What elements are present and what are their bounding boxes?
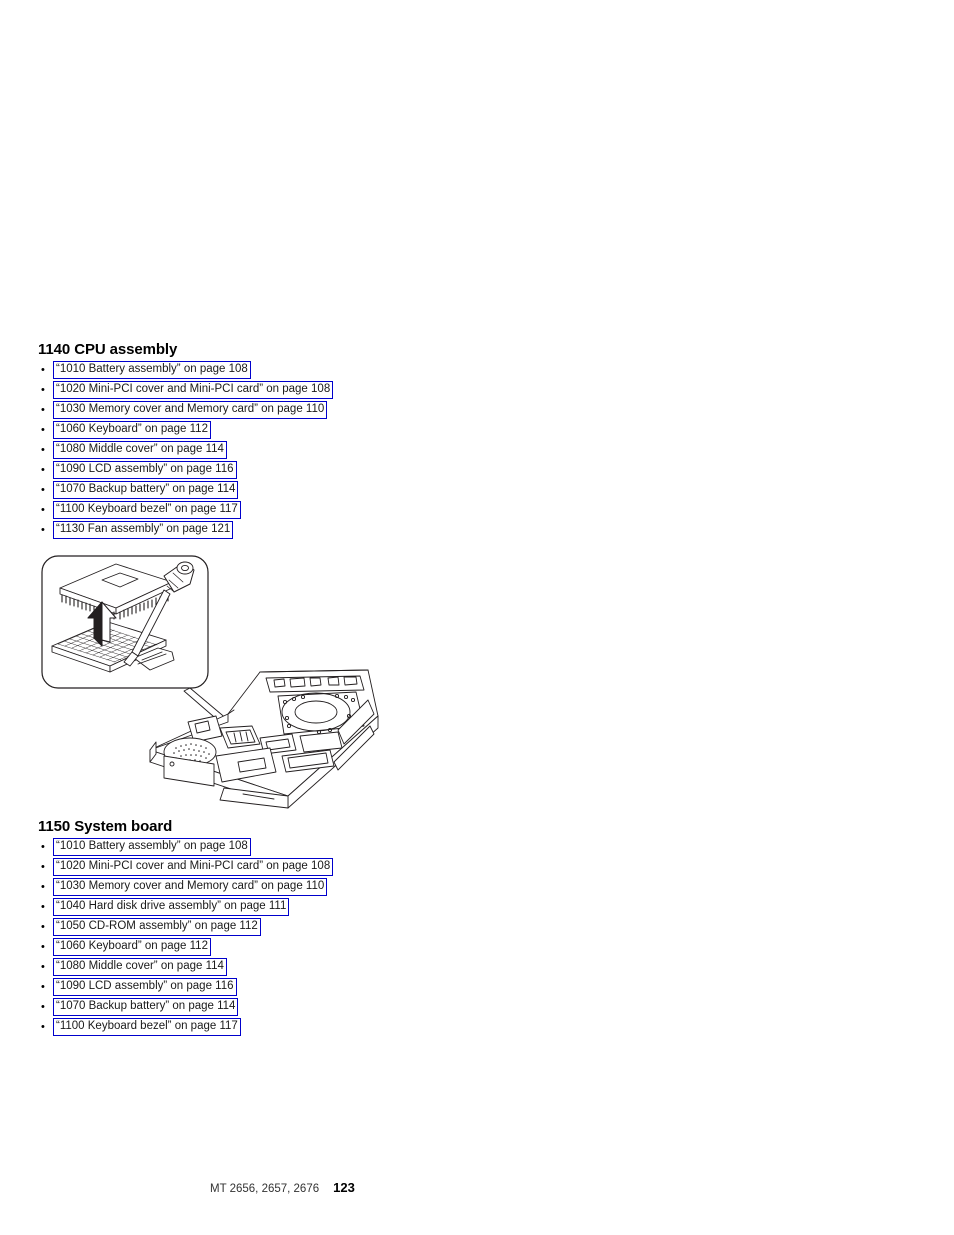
list-item: • “1090 LCD assembly” on page 116	[38, 461, 333, 481]
document-page: 1140 CPU assembly • “1010 Battery assemb…	[0, 0, 954, 1235]
list-item: • “1090 LCD assembly” on page 116	[38, 978, 333, 998]
bullet-icon: •	[41, 841, 45, 853]
bullet-icon: •	[41, 504, 45, 516]
cross-reference-link[interactable]: “1050 CD-ROM assembly” on page 112	[53, 918, 261, 936]
list-item: • “1080 Middle cover” on page 114	[38, 958, 333, 978]
list-item: • “1030 Memory cover and Memory card” on…	[38, 401, 333, 421]
list-item: • “1010 Battery assembly” on page 108	[38, 838, 333, 858]
bullet-icon: •	[41, 961, 45, 973]
cross-reference-list-system-board: • “1010 Battery assembly” on page 108 • …	[38, 838, 334, 1038]
list-item: • “1070 Backup battery” on page 114	[38, 998, 333, 1018]
cross-reference-link[interactable]: “1070 Backup battery” on page 114	[53, 998, 239, 1016]
cross-reference-link[interactable]: “1060 Keyboard” on page 112	[53, 938, 211, 956]
list-item: • “1020 Mini-PCI cover and Mini-PCI card…	[38, 381, 334, 401]
section-heading-system-board: 1150 System board	[38, 818, 173, 835]
cross-reference-link[interactable]: “1100 Keyboard bezel” on page 117	[53, 501, 241, 519]
list-item: • “1010 Battery assembly” on page 108	[38, 361, 333, 381]
cross-reference-link[interactable]: “1060 Keyboard” on page 112	[53, 421, 211, 439]
list-item: • “1070 Backup battery” on page 114	[38, 481, 333, 501]
bullet-icon: •	[41, 921, 45, 933]
cross-reference-link[interactable]: “1100 Keyboard bezel” on page 117	[53, 1018, 241, 1036]
cross-reference-link[interactable]: “1020 Mini-PCI cover and Mini-PCI card” …	[53, 381, 334, 399]
footer-machine-types: MT 2656, 2657, 2676	[210, 1183, 320, 1195]
cross-reference-link[interactable]: “1080 Middle cover” on page 114	[53, 441, 227, 459]
bullet-icon: •	[41, 881, 45, 893]
bullet-icon: •	[41, 364, 45, 376]
bullet-icon: •	[41, 444, 45, 456]
cross-reference-link[interactable]: “1010 Battery assembly” on page 108	[53, 838, 251, 856]
cross-reference-link[interactable]: “1030 Memory cover and Memory card” on p…	[53, 878, 328, 896]
bullet-icon: •	[41, 484, 45, 496]
section-heading-cpu-assembly: 1140 CPU assembly	[38, 341, 178, 358]
list-item: • “1040 Hard disk drive assembly” on pag…	[38, 898, 333, 918]
cross-reference-link[interactable]: “1020 Mini-PCI cover and Mini-PCI card” …	[53, 858, 334, 876]
list-item: • “1050 CD-ROM assembly” on page 112	[38, 918, 333, 938]
page-footer: MT 2656, 2657, 2676 123	[210, 1180, 355, 1195]
bullet-icon: •	[41, 524, 45, 536]
cpu-removal-diagram	[38, 550, 388, 810]
list-item: • “1060 Keyboard” on page 112	[38, 421, 333, 441]
cross-reference-link[interactable]: “1090 LCD assembly” on page 116	[53, 978, 237, 996]
cross-reference-list-cpu-assembly: • “1010 Battery assembly” on page 108 • …	[38, 361, 334, 541]
bullet-icon: •	[41, 404, 45, 416]
bullet-icon: •	[41, 1001, 45, 1013]
bullet-icon: •	[41, 981, 45, 993]
cross-reference-link[interactable]: “1130 Fan assembly” on page 121	[53, 521, 234, 539]
list-item: • “1100 Keyboard bezel” on page 117	[38, 1018, 333, 1038]
cross-reference-link[interactable]: “1080 Middle cover” on page 114	[53, 958, 227, 976]
cross-reference-link[interactable]: “1030 Memory cover and Memory card” on p…	[53, 401, 328, 419]
cross-reference-link[interactable]: “1090 LCD assembly” on page 116	[53, 461, 237, 479]
bullet-icon: •	[41, 1021, 45, 1033]
cross-reference-link[interactable]: “1070 Backup battery” on page 114	[53, 481, 239, 499]
bullet-icon: •	[41, 861, 45, 873]
bullet-icon: •	[41, 384, 45, 396]
bullet-icon: •	[41, 424, 45, 436]
bullet-icon: •	[41, 464, 45, 476]
bullet-icon: •	[41, 941, 45, 953]
bullet-icon: •	[41, 901, 45, 913]
list-item: • “1060 Keyboard” on page 112	[38, 938, 333, 958]
list-item: • “1130 Fan assembly” on page 121	[38, 521, 333, 541]
list-item: • “1100 Keyboard bezel” on page 117	[38, 501, 333, 521]
cross-reference-link[interactable]: “1010 Battery assembly” on page 108	[53, 361, 251, 379]
list-item: • “1030 Memory cover and Memory card” on…	[38, 878, 333, 898]
page-number: 123	[333, 1180, 355, 1195]
list-item: • “1080 Middle cover” on page 114	[38, 441, 333, 461]
list-item: • “1020 Mini-PCI cover and Mini-PCI card…	[38, 858, 334, 878]
cross-reference-link[interactable]: “1040 Hard disk drive assembly” on page …	[53, 898, 290, 916]
